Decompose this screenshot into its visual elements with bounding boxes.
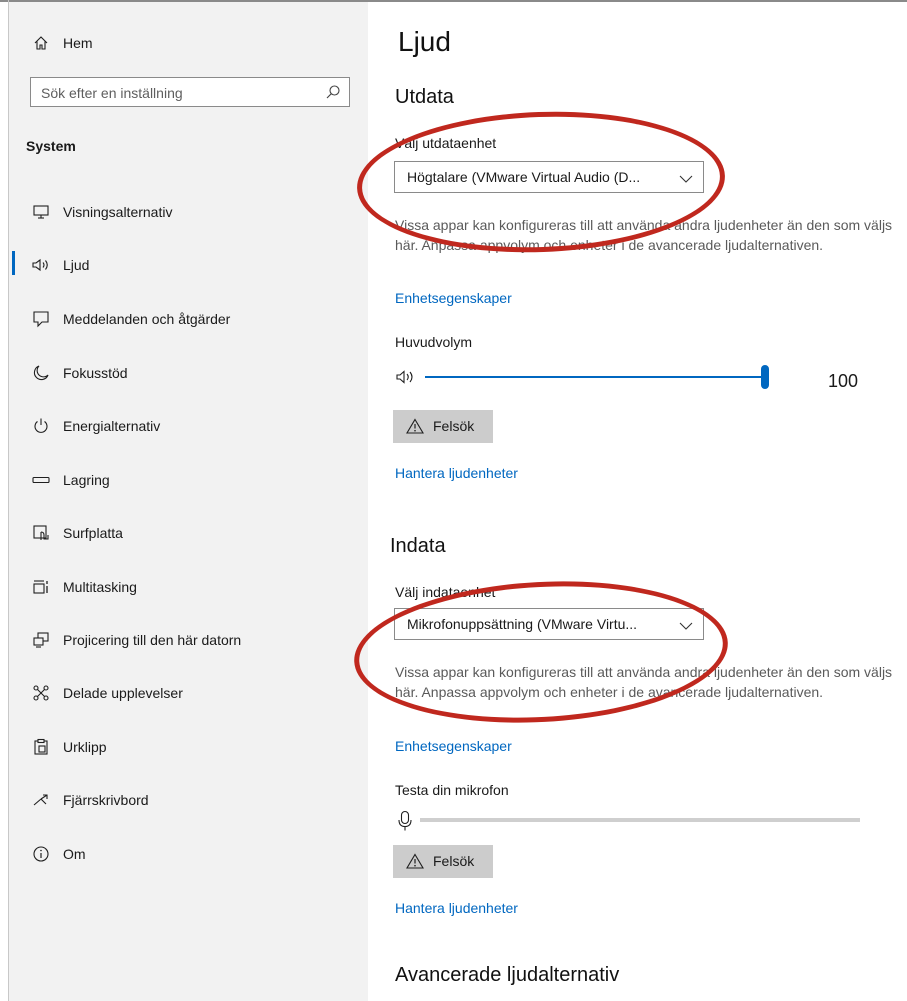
output-troubleshoot-button[interactable]: Felsök — [393, 410, 493, 443]
volume-label: Huvudvolym — [395, 334, 473, 350]
input-device-dropdown[interactable]: Mikrofonuppsättning (VMware Virtu... — [394, 608, 704, 640]
output-description: Vissa appar kan konfigureras till att an… — [395, 217, 893, 253]
sidebar-item-delade-upplevelser[interactable]: Delade upplevelser — [9, 673, 368, 713]
sidebar-item-label: Projicering till den här datorn — [63, 632, 242, 648]
sidebar-item-lagring[interactable]: Lagring — [9, 460, 368, 500]
advanced-heading: Avancerade ljudalternativ — [395, 964, 620, 986]
chevron-down-icon — [679, 171, 693, 189]
microphone-icon — [397, 810, 413, 837]
output-properties-link[interactable]: Enhetsegenskaper — [395, 290, 512, 306]
sidebar-item-energialternativ[interactable]: Energialternativ — [9, 406, 368, 446]
sidebar-item-label: Om — [63, 846, 86, 862]
home-icon — [31, 33, 51, 53]
sidebar-item-surfplatta[interactable]: Surfplatta — [9, 513, 368, 553]
multitasking-icon — [31, 577, 51, 597]
troubleshoot-label: Felsök — [433, 853, 475, 869]
warning-icon — [406, 853, 424, 874]
info-icon — [31, 844, 51, 864]
sidebar-item-label: Urklipp — [63, 739, 107, 755]
input-device-label: Välj indataenhet — [395, 584, 496, 600]
warning-icon — [406, 418, 424, 439]
input-manage-link[interactable]: Hantera ljudenheter — [395, 900, 518, 916]
sidebar-item-multitasking[interactable]: Multitasking — [9, 567, 368, 607]
mic-level-meter — [420, 818, 860, 822]
speaker-icon — [31, 255, 51, 275]
monitor-icon — [31, 202, 51, 222]
sidebar-item-visningsalternativ[interactable]: Visningsalternativ — [9, 192, 368, 232]
sidebar-item-meddelanden[interactable]: Meddelanden och åtgärder — [9, 299, 368, 339]
sidebar-item-label: Surfplatta — [63, 525, 123, 541]
volume-slider-track[interactable] — [425, 365, 769, 389]
sidebar-item-ljud[interactable]: Ljud — [9, 245, 368, 285]
output-heading: Utdata — [395, 86, 454, 108]
sidebar-item-label: Meddelanden och åtgärder — [63, 311, 231, 327]
input-properties-link[interactable]: Enhetsegenskaper — [395, 738, 512, 754]
sidebar-section-title: System — [26, 138, 76, 154]
message-icon — [31, 309, 51, 329]
sidebar-item-label: Lagring — [63, 472, 110, 488]
tablet-icon — [31, 523, 51, 543]
main-content: Ljud Utdata Välj utdataenhet Högtalare (… — [368, 2, 907, 1001]
clipboard-icon — [31, 737, 51, 757]
input-device-value: Mikrofonuppsättning (VMware Virtu... — [407, 616, 638, 632]
output-device-dropdown[interactable]: Högtalare (VMware Virtual Audio (D... — [394, 161, 704, 193]
volume-slider-thumb[interactable] — [761, 365, 769, 389]
sidebar-item-fjarrskrivbord[interactable]: Fjärrskrivbord — [9, 780, 368, 820]
sidebar-item-home[interactable]: Hem — [9, 23, 368, 63]
sidebar-item-label: Energialternativ — [63, 418, 161, 434]
sidebar-item-label: Fjärrskrivbord — [63, 792, 149, 808]
mic-test-label: Testa din mikrofon — [395, 782, 509, 798]
project-icon — [31, 630, 51, 650]
input-troubleshoot-button[interactable]: Felsök — [393, 845, 493, 878]
sidebar-item-fokusstod[interactable]: Fokusstöd — [9, 353, 368, 393]
volume-value: 100 — [828, 371, 859, 391]
sidebar-item-label: Fokusstöd — [63, 365, 128, 381]
input-heading: Indata — [390, 535, 446, 557]
sidebar-item-label: Delade upplevelser — [63, 685, 183, 701]
storage-icon — [31, 470, 51, 490]
sidebar-item-label: Visningsalternativ — [63, 204, 173, 220]
search-placeholder: Sök efter en inställning — [41, 85, 183, 101]
troubleshoot-label: Felsök — [433, 418, 475, 434]
sidebar-item-label: Ljud — [63, 257, 90, 273]
home-label: Hem — [63, 35, 93, 51]
output-device-value: Högtalare (VMware Virtual Audio (D... — [407, 169, 641, 185]
moon-icon — [31, 363, 51, 383]
sidebar-item-projicering[interactable]: Projicering till den här datorn — [9, 620, 368, 660]
output-manage-link[interactable]: Hantera ljudenheter — [395, 465, 518, 481]
sidebar: Hem Sök efter en inställning System Visn… — [9, 2, 368, 1001]
sidebar-item-urklipp[interactable]: Urklipp — [9, 727, 368, 767]
search-icon[interactable] — [325, 84, 341, 105]
input-description: Vissa appar kan konfigureras till att an… — [395, 664, 893, 700]
power-icon — [31, 416, 51, 436]
volume-speaker-icon[interactable] — [395, 368, 419, 391]
shared-icon — [31, 683, 51, 703]
sidebar-item-label: Multitasking — [63, 579, 137, 595]
volume-slider-fill — [425, 376, 765, 378]
page-title: Ljud — [398, 26, 451, 57]
remote-desktop-icon — [31, 790, 51, 810]
output-device-label: Välj utdataenhet — [395, 135, 497, 151]
search-input[interactable]: Sök efter en inställning — [30, 77, 350, 107]
chevron-down-icon — [679, 618, 693, 636]
sidebar-item-om[interactable]: Om — [9, 834, 368, 874]
